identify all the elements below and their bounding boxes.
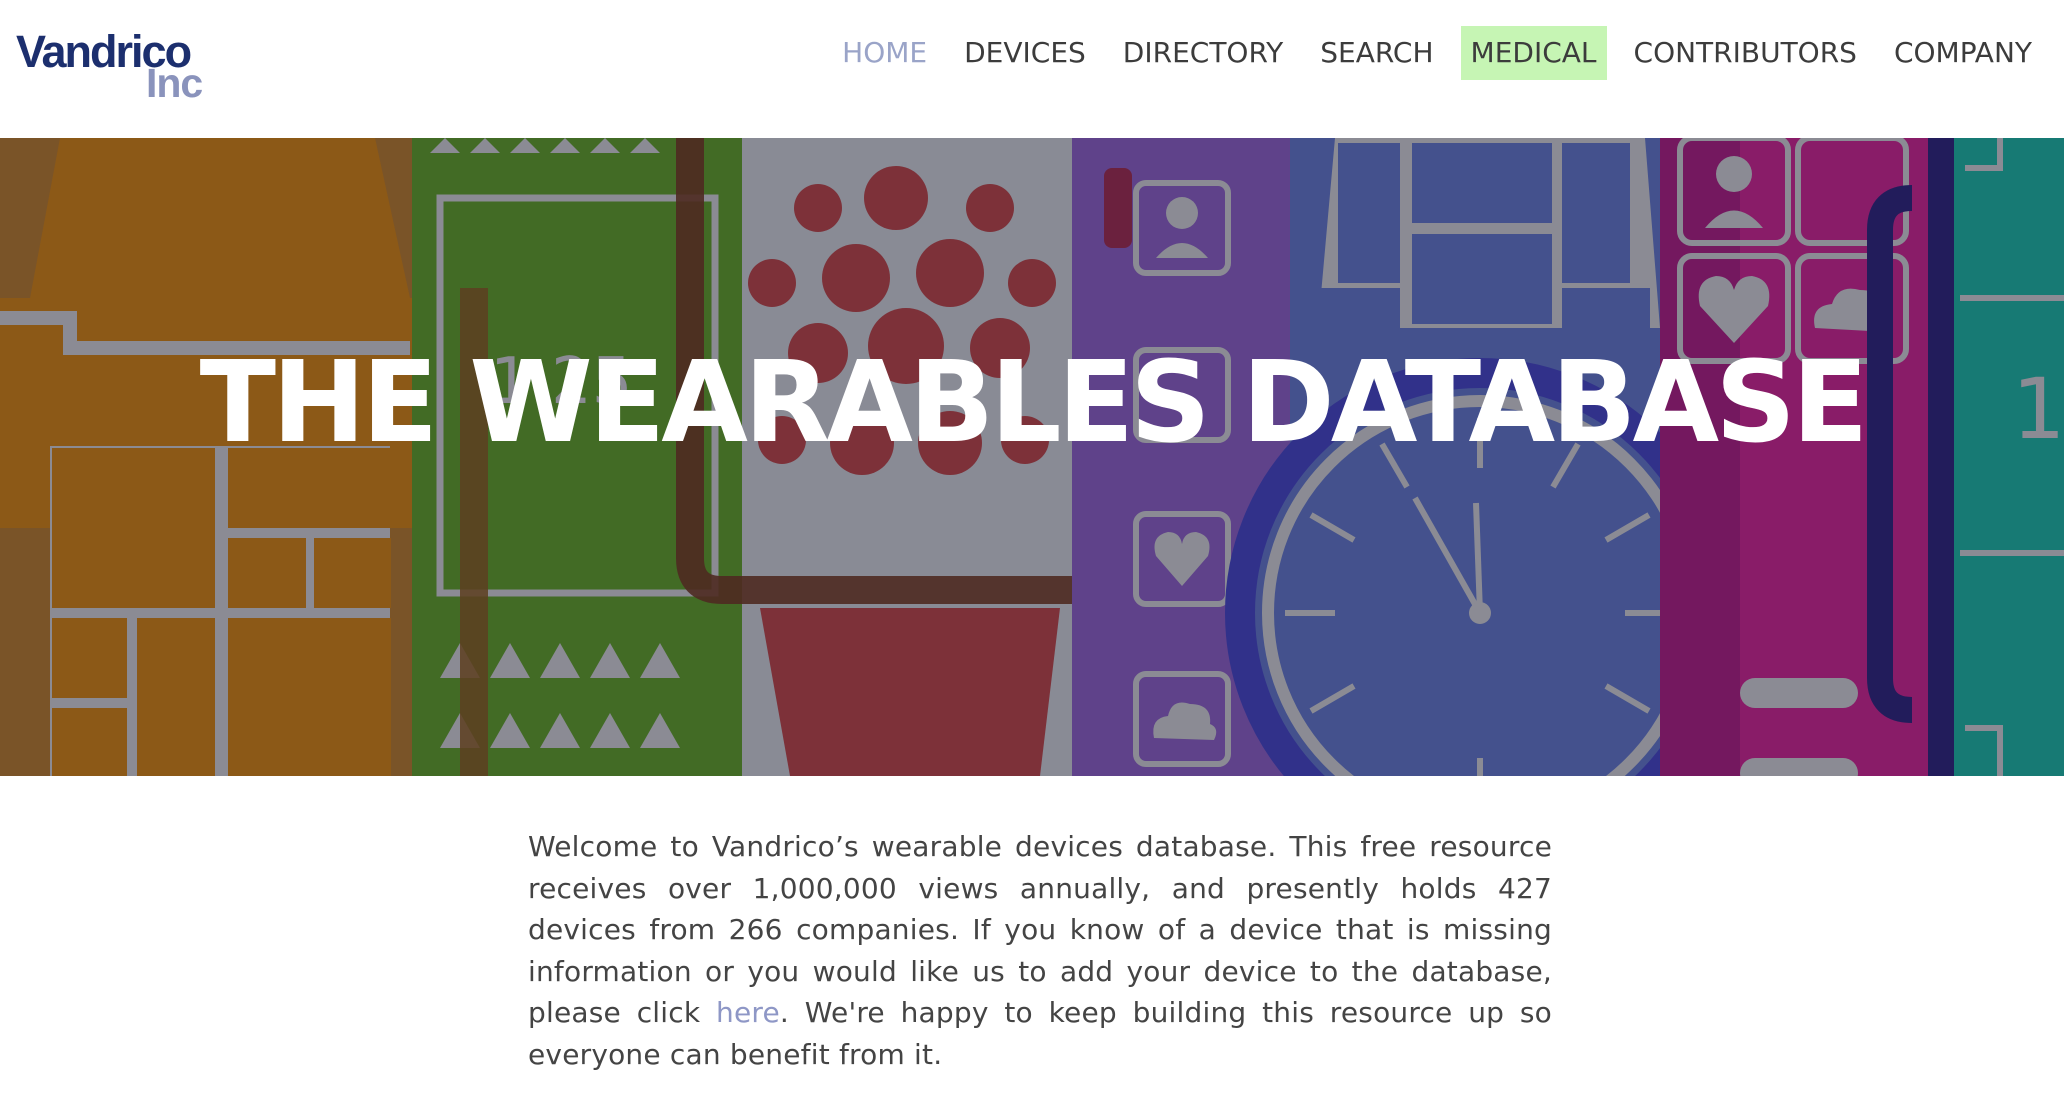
nav-directory[interactable]: DIRECTORY (1113, 26, 1293, 80)
intro-paragraph: Welcome to Vandrico’s wearable devices d… (528, 826, 1552, 1075)
nav-devices[interactable]: DEVICES (954, 26, 1096, 80)
nav-medical[interactable]: MEDICAL (1460, 26, 1607, 80)
site-header: Vandrico Inc HOME DEVICES DIRECTORY SEAR… (0, 0, 2064, 138)
nav-search[interactable]: SEARCH (1310, 26, 1443, 80)
hero-banner: 1 25 1 THE WEARABLES DATABASE (0, 138, 2064, 776)
nav-company[interactable]: COMPANY (1884, 26, 2042, 80)
intro-here-link[interactable]: here (716, 996, 780, 1029)
vandrico-logo[interactable]: Vandrico Inc (16, 26, 226, 106)
logo-suffix: Inc (146, 60, 203, 106)
hero-title: THE WEARABLES DATABASE (199, 338, 1869, 468)
main-nav: HOME DEVICES DIRECTORY SEARCH MEDICAL CO… (815, 26, 2042, 80)
nav-home[interactable]: HOME (832, 26, 937, 80)
nav-contributors[interactable]: CONTRIBUTORS (1624, 26, 1867, 80)
